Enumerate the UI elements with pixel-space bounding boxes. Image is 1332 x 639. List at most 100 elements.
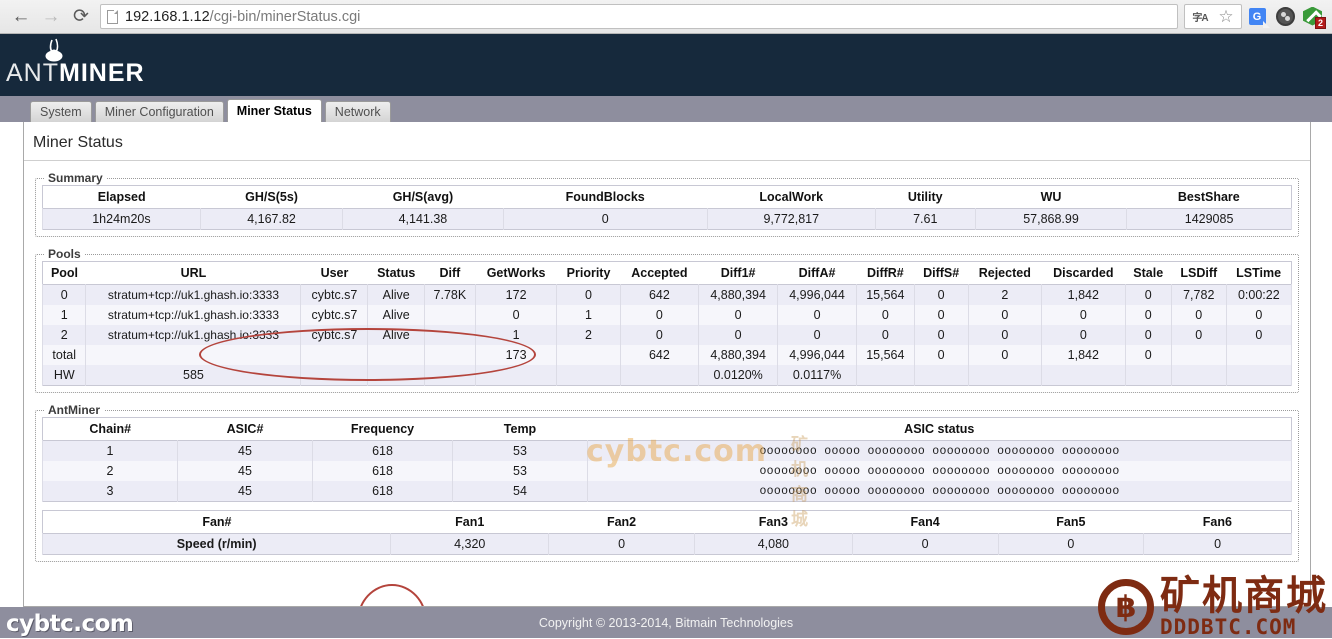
pools-cell: [424, 325, 475, 345]
google-translate-extension-icon[interactable]: G: [1244, 5, 1270, 29]
pools-cell: 4,880,394: [699, 285, 778, 306]
pools-header-row: Pool URL User Status Diff GetWorks Prior…: [43, 262, 1292, 285]
summary-value-bestshare: 1429085: [1127, 209, 1292, 230]
pools-cell: [1042, 365, 1126, 386]
antminer-header-asic: ASIC#: [178, 418, 313, 441]
pools-cell: 0: [620, 305, 699, 325]
summary-table: Elapsed GH/S(5s) GH/S(avg) FoundBlocks L…: [42, 185, 1292, 230]
pools-table-body: 0stratum+tcp://uk1.ghash.io:3333cybtc.s7…: [43, 285, 1292, 386]
summary-value-localwork: 9,772,817: [707, 209, 875, 230]
pools-cell: 0: [968, 305, 1041, 325]
pools-header-diff1: Diff1#: [699, 262, 778, 285]
pools-cell: stratum+tcp://uk1.ghash.io:3333: [86, 305, 301, 325]
pools-header-status: Status: [368, 262, 424, 285]
pools-cell: 0: [1226, 325, 1291, 345]
antminer-cell: 618: [313, 461, 453, 481]
pools-cell: cybtc.s7: [301, 325, 368, 345]
pools-cell: 173: [475, 345, 557, 365]
summary-value-wu: 57,868.99: [975, 209, 1126, 230]
pools-cell: 585: [86, 365, 301, 386]
fan-header-label: Fan#: [43, 511, 391, 534]
pools-cell: 0: [1226, 305, 1291, 325]
summary-header-ghs5s: GH/S(5s): [200, 186, 342, 209]
asic-status-cell: oooooooo ooooo oooooooo oooooooo ooooooo…: [588, 481, 1292, 502]
pools-cell: 642: [620, 285, 699, 306]
pools-cell: 4,996,044: [778, 345, 857, 365]
pools-header-discarded: Discarded: [1042, 262, 1126, 285]
table-row: Speed (r/min) 4,320 0 4,080 0 0 0: [43, 534, 1292, 555]
pools-header-pool: Pool: [43, 262, 86, 285]
antminer-section: AntMiner Chain# ASIC# Frequency Temp ASI…: [35, 403, 1299, 562]
pools-cell: 0: [43, 285, 86, 306]
footer-copyright: Copyright © 2013-2014, Bitmain Technolog…: [539, 616, 793, 630]
pools-cell: [1171, 345, 1226, 365]
pools-header-diffa: DiffA#: [778, 262, 857, 285]
pools-cell: 1: [43, 305, 86, 325]
table-row: HW5850.0120%0.0117%: [43, 365, 1292, 386]
pools-cell: 15,564: [857, 285, 915, 306]
summary-value-ghsavg: 4,141.38: [343, 209, 503, 230]
antminer-cell: 3: [43, 481, 178, 502]
annotation-ellipse-frequency: [357, 584, 427, 607]
back-icon[interactable]: ←: [6, 3, 36, 31]
fan-header-fan6: Fan6: [1144, 511, 1292, 534]
pools-cell: 0: [1171, 325, 1226, 345]
antminer-table: Chain# ASIC# Frequency Temp ASIC status …: [42, 417, 1292, 502]
pools-cell: 0.0120%: [699, 365, 778, 386]
pools-cell: 2: [968, 285, 1041, 306]
footer-watermark: cybtc.com: [6, 611, 133, 637]
pools-cell: [301, 365, 368, 386]
pools-cell: 0: [778, 305, 857, 325]
antminer-header-row: Chain# ASIC# Frequency Temp ASIC status: [43, 418, 1292, 441]
pools-cell: [1226, 365, 1291, 386]
pools-cell: [424, 345, 475, 365]
antminer-cell: 618: [313, 481, 453, 502]
tab-miner-status[interactable]: Miner Status: [227, 99, 322, 122]
antminer-header-temp: Temp: [453, 418, 588, 441]
tab-system[interactable]: System: [30, 101, 92, 122]
shield-extension-icon[interactable]: 2: [1300, 5, 1326, 29]
pools-header-priority: Priority: [557, 262, 620, 285]
pools-cell: 7,782: [1171, 285, 1226, 306]
pools-cell: 0: [1125, 345, 1171, 365]
pools-cell: 172: [475, 285, 557, 306]
film-reel-extension-icon[interactable]: [1272, 5, 1298, 29]
pools-cell: total: [43, 345, 86, 365]
pools-cell: 0:00:22: [1226, 285, 1291, 306]
pools-cell: 7.78K: [424, 285, 475, 306]
forward-icon[interactable]: →: [36, 3, 66, 31]
antminer-header-asic-status: ASIC status: [588, 418, 1292, 441]
summary-header-elapsed: Elapsed: [43, 186, 201, 209]
pools-cell: 0: [1042, 305, 1126, 325]
fan-header-fan4: Fan4: [852, 511, 998, 534]
fan-table: Fan# Fan1 Fan2 Fan3 Fan4 Fan5 Fan6 Speed…: [42, 510, 1292, 555]
fan-value-fan5: 0: [998, 534, 1144, 555]
pools-cell: 0: [857, 325, 915, 345]
table-row: 34561854oooooooo ooooo oooooooo oooooooo…: [43, 481, 1292, 502]
translate-icon[interactable]: 字A: [1187, 5, 1213, 29]
logo-miner: MINER: [59, 59, 145, 87]
pools-cell: cybtc.s7: [301, 285, 368, 306]
pools-header-accepted: Accepted: [620, 262, 699, 285]
pools-cell: [857, 365, 915, 386]
address-bar[interactable]: 192.168.1.12/cgi-bin/minerStatus.cgi: [100, 4, 1178, 29]
pools-cell: 1: [557, 305, 620, 325]
pools-cell: Alive: [368, 285, 424, 306]
pools-cell: 0: [914, 305, 968, 325]
antminer-cell: 2: [43, 461, 178, 481]
ant-icon: [6, 38, 116, 60]
url-host: 192.168.1.12: [125, 9, 210, 25]
page-title: Miner Status: [24, 122, 1310, 161]
reload-icon[interactable]: ⟳: [66, 3, 96, 31]
fan-header-fan2: Fan2: [549, 511, 695, 534]
pools-cell: [914, 365, 968, 386]
pools-cell: 0: [699, 305, 778, 325]
pools-cell: 1: [475, 325, 557, 345]
antminer-cell: 53: [453, 441, 588, 462]
pools-cell: [368, 345, 424, 365]
tab-network[interactable]: Network: [325, 101, 391, 122]
pools-cell: 0: [1125, 285, 1171, 306]
tab-miner-configuration[interactable]: Miner Configuration: [95, 101, 224, 122]
bookmark-star-icon[interactable]: ☆: [1213, 5, 1239, 29]
pools-cell: 2: [557, 325, 620, 345]
